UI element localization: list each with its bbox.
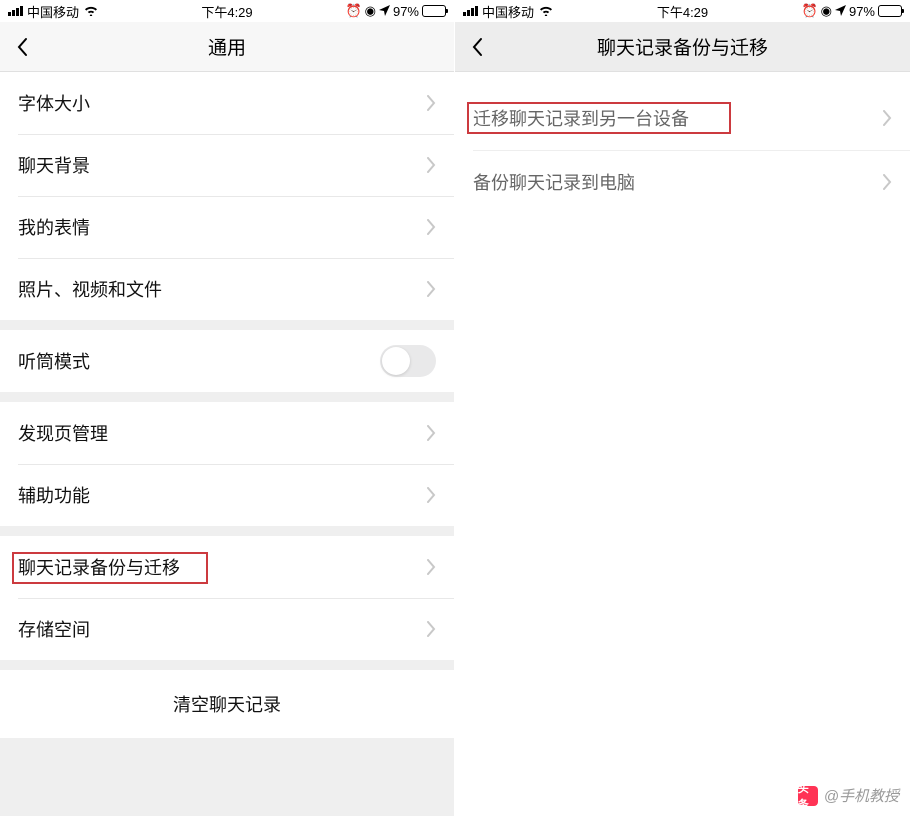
- page-title: 聊天记录备份与迁移: [455, 33, 910, 60]
- watermark: 头条 @手机教授: [798, 785, 899, 806]
- nav-bar: 通用: [0, 22, 454, 72]
- row-discover-management[interactable]: 发现页管理: [0, 402, 454, 464]
- row-label: 清空聊天记录: [173, 691, 281, 717]
- row-label: 聊天记录备份与迁移: [18, 554, 427, 580]
- row-label: 聊天背景: [18, 152, 427, 178]
- row-earpiece-mode[interactable]: 听筒模式: [0, 330, 454, 392]
- chevron-right-icon: [427, 425, 436, 441]
- chevron-right-icon: [427, 219, 436, 235]
- chevron-right-icon: [427, 621, 436, 637]
- chevron-right-icon: [427, 281, 436, 297]
- row-label: 备份聊天记录到电脑: [473, 169, 883, 195]
- lock-icon: ◉: [821, 3, 832, 19]
- chevron-left-icon: [16, 37, 28, 57]
- content-area: 迁移聊天记录到另一台设备 备份聊天记录到电脑: [455, 72, 910, 816]
- screen-general: 中国移动 下午4:29 ⏰ ◉ 97% 通用 字体大小: [0, 0, 455, 816]
- alarm-icon: ⏰: [345, 3, 361, 19]
- chevron-right-icon: [427, 487, 436, 503]
- back-button[interactable]: [0, 25, 44, 69]
- row-clear-history[interactable]: 清空聊天记录: [0, 670, 454, 738]
- back-button[interactable]: [455, 25, 499, 69]
- watermark-logo-icon: 头条: [798, 786, 818, 806]
- toggle-switch[interactable]: [380, 345, 436, 377]
- row-label: 我的表情: [18, 214, 427, 240]
- status-bar: 中国移动 下午4:29 ⏰ ◉ 97%: [0, 0, 454, 22]
- chevron-right-icon: [427, 157, 436, 173]
- row-migrate-to-device[interactable]: 迁移聊天记录到另一台设备: [455, 86, 910, 150]
- lock-icon: ◉: [365, 3, 376, 19]
- row-label: 发现页管理: [18, 420, 427, 446]
- screen-backup-migrate: 中国移动 下午4:29 ⏰ ◉ 97% 聊天记录备份与迁移 迁移聊天记录到另一台…: [455, 0, 910, 816]
- page-title: 通用: [0, 33, 454, 60]
- battery-pct: 97%: [393, 4, 419, 19]
- nav-bar: 聊天记录备份与迁移: [455, 22, 910, 72]
- row-label: 存储空间: [18, 616, 427, 642]
- row-backup-to-pc[interactable]: 备份聊天记录到电脑: [455, 150, 910, 214]
- row-font-size[interactable]: 字体大小: [0, 72, 454, 134]
- chevron-right-icon: [427, 559, 436, 575]
- row-label: 辅助功能: [18, 482, 427, 508]
- row-media-files[interactable]: 照片、视频和文件: [0, 258, 454, 320]
- row-label: 照片、视频和文件: [18, 276, 427, 302]
- row-storage[interactable]: 存储空间: [0, 598, 454, 660]
- chevron-right-icon: [427, 95, 436, 111]
- watermark-text: @手机教授: [824, 785, 899, 806]
- signal-icon: [8, 6, 23, 16]
- battery-icon: [878, 5, 902, 17]
- wifi-icon: [538, 4, 554, 19]
- chevron-right-icon: [883, 110, 892, 126]
- battery-icon: [422, 5, 446, 17]
- content-area: 字体大小 聊天背景 我的表情 照片、视频和文件 听筒模式: [0, 72, 454, 816]
- chevron-right-icon: [883, 174, 892, 190]
- row-backup-migrate[interactable]: 聊天记录备份与迁移: [0, 536, 454, 598]
- row-label: 迁移聊天记录到另一台设备: [473, 105, 883, 131]
- row-accessibility[interactable]: 辅助功能: [0, 464, 454, 526]
- row-chat-background[interactable]: 聊天背景: [0, 134, 454, 196]
- location-icon: [835, 4, 846, 19]
- status-bar: 中国移动 下午4:29 ⏰ ◉ 97%: [455, 0, 910, 22]
- battery-pct: 97%: [849, 4, 875, 19]
- row-my-stickers[interactable]: 我的表情: [0, 196, 454, 258]
- alarm-icon: ⏰: [801, 3, 817, 19]
- carrier-label: 中国移动: [27, 2, 79, 21]
- location-icon: [379, 4, 390, 19]
- row-label: 字体大小: [18, 90, 427, 116]
- wifi-icon: [83, 4, 99, 19]
- status-time: 下午4:29: [201, 2, 252, 21]
- signal-icon: [463, 6, 478, 16]
- chevron-left-icon: [471, 37, 483, 57]
- row-label: 听筒模式: [18, 348, 380, 374]
- status-time: 下午4:29: [657, 2, 708, 21]
- carrier-label: 中国移动: [482, 2, 534, 21]
